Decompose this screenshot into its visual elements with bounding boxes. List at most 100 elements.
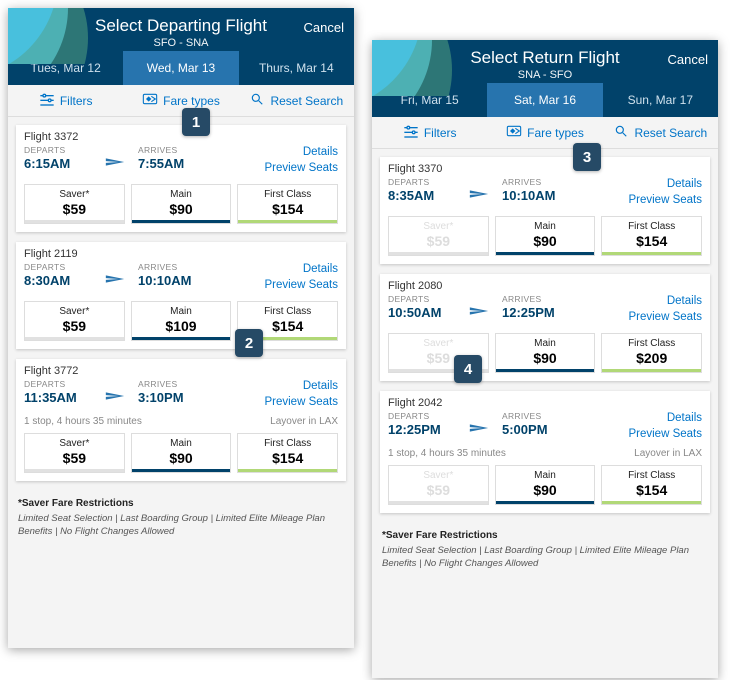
date-tab[interactable]: Sun, Mar 17 [603,83,718,117]
preview-seats-link[interactable]: Preview Seats [264,278,338,294]
fare-saver[interactable]: Saver* $59 [24,184,125,224]
fare-main[interactable]: Main $90 [495,333,596,373]
filters-button[interactable]: Filters [8,85,123,116]
footnote-body: Limited Seat Selection | Last Boarding G… [382,545,689,569]
fare-main[interactable]: Main $90 [131,433,232,473]
fare-first[interactable]: First Class $154 [601,216,702,256]
flight-card: Flight 2080 DEPARTS 10:50AM ARRIVES 12:2… [380,274,710,381]
fare-price: $154 [604,482,699,498]
departs-label: DEPARTS [388,177,456,187]
reset-search-button[interactable]: Reset Search [603,117,718,148]
layover-text: Layover in LAX [634,448,702,459]
fare-label: Main [134,438,229,449]
reset-label: Reset Search [270,94,343,108]
arrives-label: ARRIVES [502,294,570,304]
fare-types-icon [142,92,158,109]
departs-label: DEPARTS [24,262,92,272]
arrives-label: ARRIVES [138,379,206,389]
depart-time: 8:30AM [24,273,92,288]
fare-price: $59 [27,450,122,466]
details-link[interactable]: Details [628,294,702,310]
departs-label: DEPARTS [24,145,92,155]
cancel-button[interactable]: Cancel [668,52,708,67]
fare-saver[interactable]: Saver* $59 [24,433,125,473]
annotation-badge-4: 4 [454,355,482,383]
flight-number: Flight 2119 [24,248,338,260]
arrive-time: 10:10AM [502,188,570,203]
details-link[interactable]: Details [264,379,338,395]
flight-card: Flight 3370 DEPARTS 8:35AM ARRIVES 10:10… [380,157,710,264]
details-link[interactable]: Details [264,145,338,161]
fare-label: Main [134,306,229,317]
fare-first[interactable]: First Class $154 [237,184,338,224]
plane-icon [92,379,138,412]
fare-row: Saver* $59 Main $90 First Class $154 [24,184,338,224]
fare-first[interactable]: First Class $209 [601,333,702,373]
fare-main[interactable]: Main $109 [131,301,232,341]
fare-first[interactable]: First Class $154 [601,465,702,505]
arrives-label: ARRIVES [138,262,206,272]
fare-price: $59 [391,482,486,498]
filters-icon [39,92,55,109]
fare-price: $154 [240,201,335,217]
arrives-label: ARRIVES [138,145,206,155]
fare-price: $90 [498,482,593,498]
stop-info: 1 stop, 4 hours 35 minutes Layover in LA… [24,416,338,427]
date-tab[interactable]: Tues, Mar 12 [8,51,123,85]
plane-icon [92,145,138,178]
date-tab[interactable]: Wed, Mar 13 [123,51,238,85]
annotation-badge-2: 2 [235,329,263,357]
details-link[interactable]: Details [628,411,702,427]
fare-label: Saver* [27,306,122,317]
fare-label: Saver* [391,470,486,481]
flight-card: Flight 3372 DEPARTS 6:15AM ARRIVES 7:55A… [16,125,346,232]
fare-row: Saver* $59 Main $109 First Class $154 [24,301,338,341]
arrive-time: 10:10AM [138,273,206,288]
stop-text: 1 stop, 4 hours 35 minutes [388,448,506,459]
fare-saver: Saver* $59 [388,216,489,256]
filters-button[interactable]: Filters [372,117,487,148]
preview-seats-link[interactable]: Preview Seats [628,193,702,209]
arrive-time: 7:55AM [138,156,206,171]
fare-price: $154 [240,450,335,466]
fare-main[interactable]: Main $90 [495,465,596,505]
fare-types-button[interactable]: Fare types [123,85,238,116]
route-subtitle: SNA - SFO [372,69,718,81]
depart-time: 10:50AM [388,305,456,320]
fare-price: $90 [498,350,593,366]
cancel-button[interactable]: Cancel [304,20,344,35]
search-icon [613,124,629,141]
stop-info: 1 stop, 4 hours 35 minutes Layover in LA… [388,448,702,459]
preview-seats-link[interactable]: Preview Seats [628,310,702,326]
fare-saver[interactable]: Saver* $59 [24,301,125,341]
fare-price: $59 [27,201,122,217]
preview-seats-link[interactable]: Preview Seats [264,395,338,411]
details-link[interactable]: Details [628,177,702,193]
depart-time: 8:35AM [388,188,456,203]
fare-main[interactable]: Main $90 [131,184,232,224]
depart-time: 11:35AM [24,390,92,405]
fare-saver: Saver* $59 [388,465,489,505]
stop-text: 1 stop, 4 hours 35 minutes [24,416,142,427]
fare-main[interactable]: Main $90 [495,216,596,256]
fare-label: Main [498,470,593,481]
fare-label: First Class [604,221,699,232]
flight-number: Flight 2042 [388,397,702,409]
date-tabs: Fri, Mar 15Sat, Mar 16Sun, Mar 17 [372,83,718,117]
toolbar: Filters Fare types Reset Search [372,117,718,149]
preview-seats-link[interactable]: Preview Seats [264,161,338,177]
fare-row: Saver* $59 Main $90 First Class $154 [388,216,702,256]
fare-first[interactable]: First Class $154 [237,433,338,473]
plane-icon [456,411,502,444]
annotation-badge-3: 3 [573,143,601,171]
preview-seats-link[interactable]: Preview Seats [628,427,702,443]
date-tab[interactable]: Sat, Mar 16 [487,83,602,117]
date-tab[interactable]: Fri, Mar 15 [372,83,487,117]
fare-row: Saver* $59 Main $90 First Class $154 [388,465,702,505]
route-subtitle: SFO - SNA [8,37,354,49]
toolbar: Filters Fare types Reset Search [8,85,354,117]
details-link[interactable]: Details [264,262,338,278]
footnote-heading: *Saver Fare Restrictions [382,530,708,541]
date-tab[interactable]: Thurs, Mar 14 [239,51,354,85]
reset-search-button[interactable]: Reset Search [239,85,354,116]
